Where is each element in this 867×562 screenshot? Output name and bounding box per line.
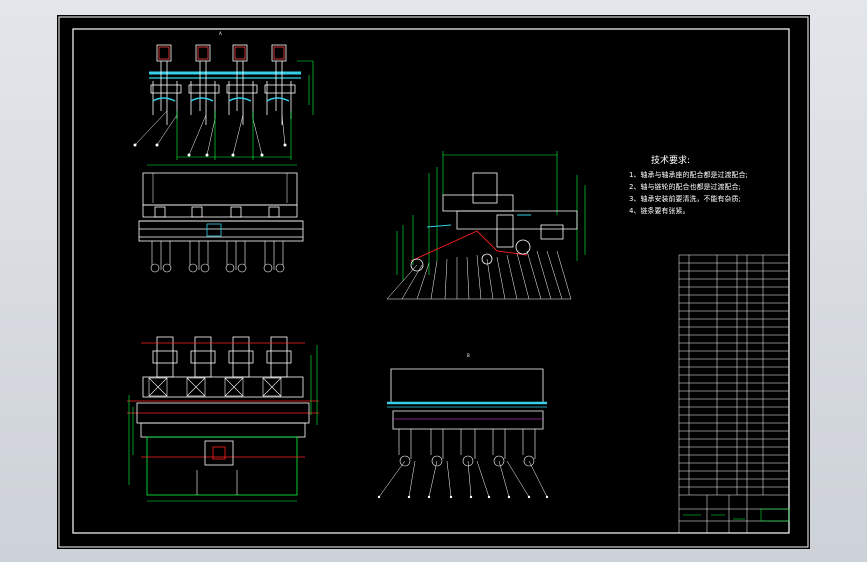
drawing-sheet[interactable]: A B 技术要求: 1、轴承与轴承座的配合都是过渡配合; 2、轴与链轮的配合也都… (57, 15, 810, 549)
front-view (138, 164, 304, 273)
requirement-1: 1、轴承与轴承座的配合都是过渡配合; (629, 171, 748, 179)
drawing-canvas: A B (58, 16, 809, 548)
top-view: A (133, 31, 314, 160)
title-block-table (678, 254, 790, 534)
tech-requirements-title: 技术要求: (651, 156, 691, 166)
requirement-2: 2、轴与链轮的配合也都是过渡配合; (629, 183, 741, 191)
feed-boxes (156, 44, 287, 62)
view-label: A (219, 31, 222, 36)
side-view (386, 151, 586, 300)
tech-requirements: 技术要求: 1、轴承与轴承座的配合都是过渡配合; 2、轴与链轮的配合也都是过渡配… (629, 155, 748, 217)
plan-view (127, 336, 319, 502)
cad-viewport[interactable]: A B 技术要求: 1、轴承与轴承座的配合都是过渡配合; 2、轴与链轮的配合也都… (0, 0, 867, 562)
requirement-4: 4、链条要有张紧。 (629, 207, 690, 215)
requirement-3: 3、轴承安装前要清洗，不能有杂质; (629, 195, 741, 203)
svg-text:B: B (467, 353, 470, 358)
rear-view: B (377, 353, 549, 499)
